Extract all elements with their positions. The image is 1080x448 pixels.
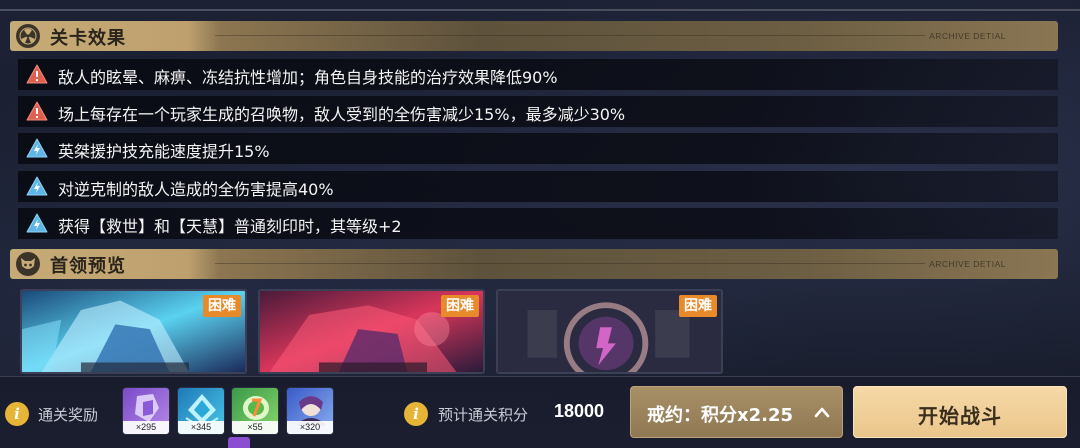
stage-effects-title: 关卡效果 — [50, 28, 126, 49]
chevron-up-icon — [814, 407, 830, 418]
boss-card-3[interactable]: 困难 — [496, 289, 723, 374]
difficulty-badge: 困难 — [679, 295, 717, 317]
effect-text: 场上每存在一个玩家生成的召唤物，敌人受到的全伤害减少15%，最多减少30% — [58, 105, 626, 124]
lightning-icon — [26, 138, 48, 158]
effect-text: 敌人的眩晕、麻痹、冻结抗性增加；角色自身技能的治疗效果降低90% — [58, 68, 558, 87]
reward-item-2[interactable]: ×345 — [177, 387, 225, 435]
effect-row-debuff-2: 场上每存在一个玩家生成的召唤物，敌人受到的全伤害减少15%，最多减少30% — [18, 96, 1058, 127]
warning-icon — [26, 64, 48, 84]
effect-row-buff-1: 英桀援护技充能速度提升15% — [18, 133, 1058, 164]
score-info-icon[interactable]: i — [404, 402, 428, 426]
difficulty-badge: 困难 — [203, 295, 241, 317]
top-divider — [0, 9, 1080, 11]
reward-qty: ×295 — [123, 421, 169, 434]
header-rule — [215, 35, 925, 36]
boss-card-1[interactable]: 困难 — [20, 289, 247, 374]
effect-text: 对逆克制的敌人造成的全伤害提高40% — [58, 180, 334, 199]
effect-text: 获得【救世】和【天慧】普通刻印时，其等级+2 — [58, 217, 402, 236]
difficulty-badge: 困难 — [441, 295, 479, 317]
reward-info-icon[interactable]: i — [5, 402, 29, 426]
radiation-icon — [16, 24, 40, 48]
lightning-icon — [26, 176, 48, 196]
reward-item-4[interactable]: ×320 — [286, 387, 334, 435]
pledge-button-label: 戒约：积分x2.25 — [647, 405, 794, 426]
warning-icon — [26, 101, 48, 121]
boss-card-2[interactable]: 困难 — [258, 289, 485, 374]
boss-preview-title: 首领预览 — [50, 256, 126, 277]
scroll-peek-item — [228, 437, 250, 448]
stage-effects-header: 关卡效果 ARCHIVE DETIAL — [10, 21, 1058, 51]
reward-qty: ×55 — [232, 421, 278, 434]
boss-preview-header: 首领预览 ARCHIVE DETIAL — [10, 249, 1058, 279]
archive-label: ARCHIVE DETIAL — [929, 259, 1006, 269]
reward-qty: ×320 — [287, 421, 333, 434]
score-label: 预计通关积分 — [438, 406, 529, 424]
start-battle-label: 开始战斗 — [918, 404, 1002, 428]
effect-row-debuff-1: 敌人的眩晕、麻痹、冻结抗性增加；角色自身技能的治疗效果降低90% — [18, 59, 1058, 90]
header-rule — [215, 263, 925, 264]
archive-label: ARCHIVE DETIAL — [929, 31, 1006, 41]
effect-row-buff-3: 获得【救世】和【天慧】普通刻印时，其等级+2 — [18, 208, 1058, 239]
reward-item-1[interactable]: ×295 — [122, 387, 170, 435]
effect-text: 英桀援护技充能速度提升15% — [58, 142, 270, 161]
pledge-button[interactable]: 戒约：积分x2.25 — [630, 386, 843, 438]
reward-label: 通关奖励 — [38, 406, 99, 424]
effect-row-buff-2: 对逆克制的敌人造成的全伤害提高40% — [18, 171, 1058, 202]
demon-mask-icon — [16, 252, 40, 276]
reward-item-3[interactable]: ×55 — [231, 387, 279, 435]
lightning-icon — [26, 213, 48, 233]
reward-qty: ×345 — [178, 421, 224, 434]
score-value: 18000 — [554, 401, 605, 421]
start-battle-button[interactable]: 开始战斗 — [853, 386, 1067, 438]
